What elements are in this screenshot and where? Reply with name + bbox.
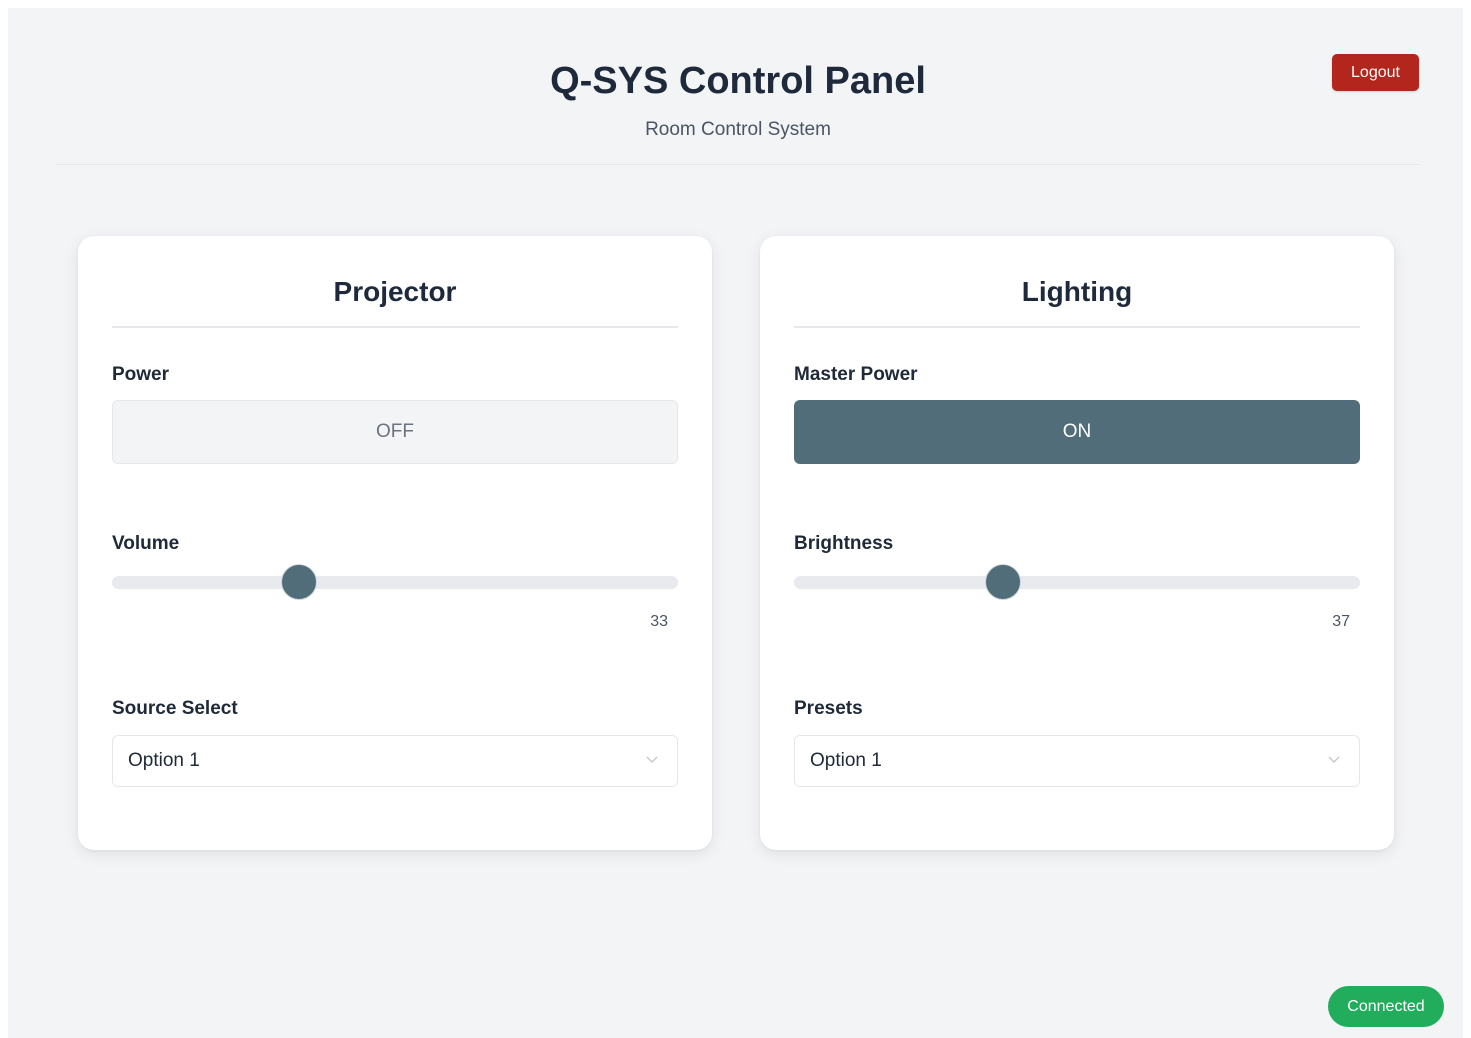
projector-volume-slider[interactable] xyxy=(112,564,678,600)
lighting-brightness-value: 37 xyxy=(1332,613,1350,630)
projector-volume-label: Volume xyxy=(112,533,180,554)
projector-volume-slider-handle[interactable] xyxy=(280,564,317,600)
lighting-card-title: Lighting xyxy=(794,272,1360,328)
lighting-preset-selected-value: Option 1 xyxy=(810,750,882,771)
projector-source-select[interactable]: Option 1 xyxy=(112,735,678,787)
projector-card-title: Projector xyxy=(112,272,678,328)
projector-card: Projector Power OFF Volume 33 Source Sel… xyxy=(78,236,712,850)
projector-power-label: Power xyxy=(112,364,170,385)
logout-button[interactable]: Logout xyxy=(1332,54,1419,91)
connection-status-badge: Connected xyxy=(1328,986,1444,1027)
app-viewport: Q-SYS Control Panel Room Control System … xyxy=(8,8,1463,1038)
projector-source-label: Source Select xyxy=(112,698,238,719)
chevron-down-icon xyxy=(646,756,658,763)
projector-source-selected-value: Option 1 xyxy=(128,750,200,771)
lighting-presets-select[interactable]: Option 1 xyxy=(794,735,1360,787)
chevron-down-icon xyxy=(1328,756,1340,763)
lighting-brightness-slider[interactable] xyxy=(794,564,1360,600)
lighting-master-power-toggle[interactable]: ON xyxy=(794,400,1360,464)
page-title: Q-SYS Control Panel xyxy=(550,60,926,102)
projector-volume-value: 33 xyxy=(650,613,668,630)
page-header: Q-SYS Control Panel Room Control System … xyxy=(56,8,1420,165)
projector-power-toggle[interactable]: OFF xyxy=(112,400,678,464)
page-subtitle: Room Control System xyxy=(645,119,831,140)
lighting-presets-label: Presets xyxy=(794,698,863,719)
lighting-card: Lighting Master Power ON Brightness 37 P… xyxy=(760,236,1394,850)
lighting-master-power-label: Master Power xyxy=(794,364,918,385)
lighting-brightness-label: Brightness xyxy=(794,533,894,554)
lighting-brightness-slider-handle[interactable] xyxy=(985,564,1022,600)
